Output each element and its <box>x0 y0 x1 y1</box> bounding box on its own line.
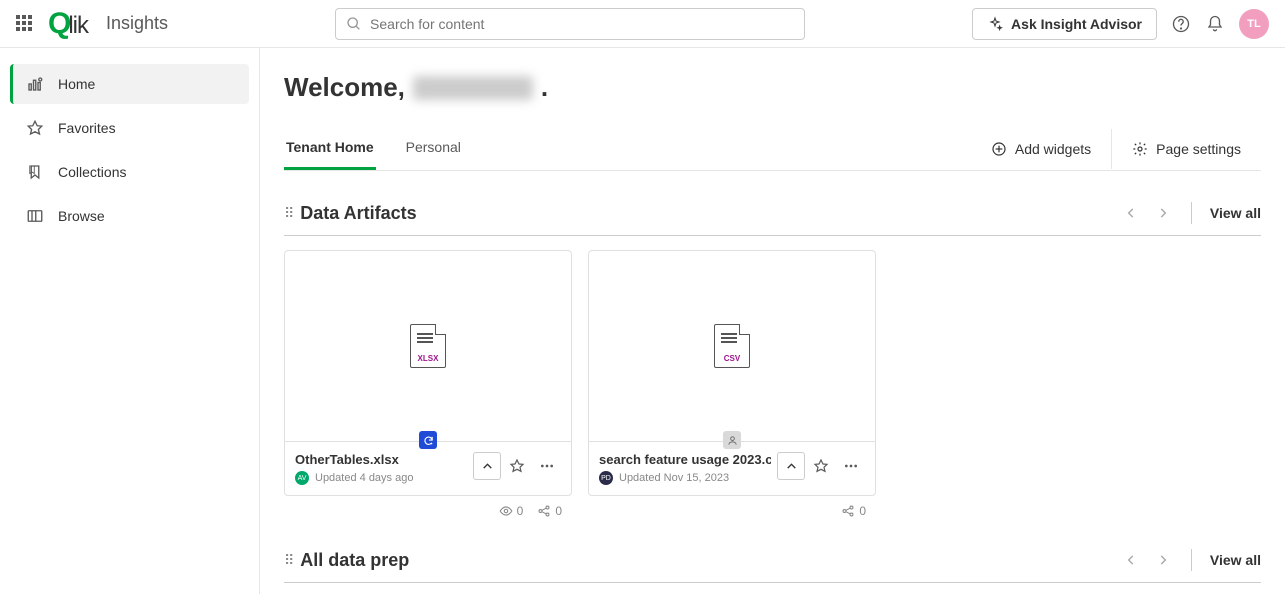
brand-logo[interactable]: Qlik <box>48 7 88 41</box>
brand-sub: Insights <box>106 13 168 34</box>
app-launcher-icon[interactable] <box>16 15 34 33</box>
tab-tenant-home[interactable]: Tenant Home <box>284 127 376 170</box>
main-content: Welcome, . Tenant Home Personal Add widg… <box>260 48 1285 594</box>
card-stats: 0 0 <box>284 500 572 518</box>
sparkle-icon <box>987 16 1003 32</box>
view-all-link[interactable]: View all <box>1191 202 1261 224</box>
sidebar-item-label: Home <box>58 76 95 92</box>
sidebar-item-home[interactable]: Home <box>10 64 249 104</box>
expand-card-button[interactable] <box>777 452 805 480</box>
sidebar-item-label: Collections <box>58 164 126 180</box>
bookmark-icon <box>26 163 44 181</box>
page-settings-button[interactable]: Page settings <box>1111 129 1261 169</box>
more-menu-button[interactable] <box>837 452 865 480</box>
file-csv-icon: CSV <box>714 324 750 368</box>
section-data-artifacts: ⠿ Data Artifacts View all <box>284 199 1261 518</box>
carousel-prev-button[interactable] <box>1117 199 1145 227</box>
section-title: Data Artifacts <box>300 203 416 224</box>
section-all-data-prep: ⠿ All data prep View all <box>284 546 1261 583</box>
expand-card-button[interactable] <box>473 452 501 480</box>
search-input[interactable] <box>370 16 794 32</box>
sync-badge-icon <box>419 431 437 449</box>
favorite-button[interactable] <box>503 452 531 480</box>
carousel-next-button[interactable] <box>1149 546 1177 574</box>
user-avatar[interactable]: TL <box>1239 9 1269 39</box>
user-badge-icon <box>723 431 741 449</box>
section-title: All data prep <box>300 550 409 571</box>
home-icon <box>26 75 44 93</box>
browse-icon <box>26 207 44 225</box>
artifact-card[interactable]: XLSX OtherTables.xlsx AV Updated 4 days … <box>284 250 572 496</box>
plus-circle-icon <box>991 141 1007 157</box>
sidebar-item-browse[interactable]: Browse <box>10 196 249 236</box>
carousel-next-button[interactable] <box>1149 199 1177 227</box>
card-updated: Updated Nov 15, 2023 <box>619 472 729 484</box>
tab-personal[interactable]: Personal <box>404 127 463 170</box>
card-stats: 0 <box>588 500 876 518</box>
favorite-button[interactable] <box>807 452 835 480</box>
welcome-heading: Welcome, . <box>284 72 1261 103</box>
search-icon <box>346 16 362 32</box>
help-icon[interactable] <box>1171 14 1191 34</box>
owner-avatar: AV <box>295 471 309 485</box>
view-all-link[interactable]: View all <box>1191 549 1261 571</box>
sidebar-item-label: Favorites <box>58 120 116 136</box>
drag-handle-icon[interactable]: ⠿ <box>284 205 292 222</box>
card-title: OtherTables.xlsx <box>295 452 467 467</box>
owner-avatar: PD <box>599 471 613 485</box>
tabs-row: Tenant Home Personal Add widgets Page se… <box>284 127 1261 171</box>
file-xlsx-icon: XLSX <box>410 324 446 368</box>
add-widgets-button[interactable]: Add widgets <box>971 129 1111 169</box>
eye-icon <box>499 504 513 518</box>
card-updated: Updated 4 days ago <box>315 472 413 484</box>
sidebar-item-label: Browse <box>58 208 105 224</box>
more-menu-button[interactable] <box>533 452 561 480</box>
carousel-prev-button[interactable] <box>1117 546 1145 574</box>
bell-icon[interactable] <box>1205 14 1225 34</box>
drag-handle-icon[interactable]: ⠿ <box>284 552 292 569</box>
card-title: search feature usage 2023.cs <box>599 452 771 467</box>
share-icon <box>841 504 855 518</box>
star-icon <box>26 119 44 137</box>
share-icon <box>537 504 551 518</box>
brand: Qlik Insights <box>48 7 168 41</box>
search-input-wrap[interactable] <box>335 8 805 40</box>
top-bar: Qlik Insights Ask Insight Advisor TL <box>0 0 1285 48</box>
ask-insight-advisor-button[interactable]: Ask Insight Advisor <box>972 8 1157 40</box>
sidebar: Home Favorites Collections Browse <box>0 48 260 594</box>
username-redacted <box>413 76 533 100</box>
gear-icon <box>1132 141 1148 157</box>
sidebar-item-favorites[interactable]: Favorites <box>10 108 249 148</box>
sidebar-item-collections[interactable]: Collections <box>10 152 249 192</box>
artifact-card[interactable]: CSV search feature usage 2023.cs PD Upda… <box>588 250 876 496</box>
